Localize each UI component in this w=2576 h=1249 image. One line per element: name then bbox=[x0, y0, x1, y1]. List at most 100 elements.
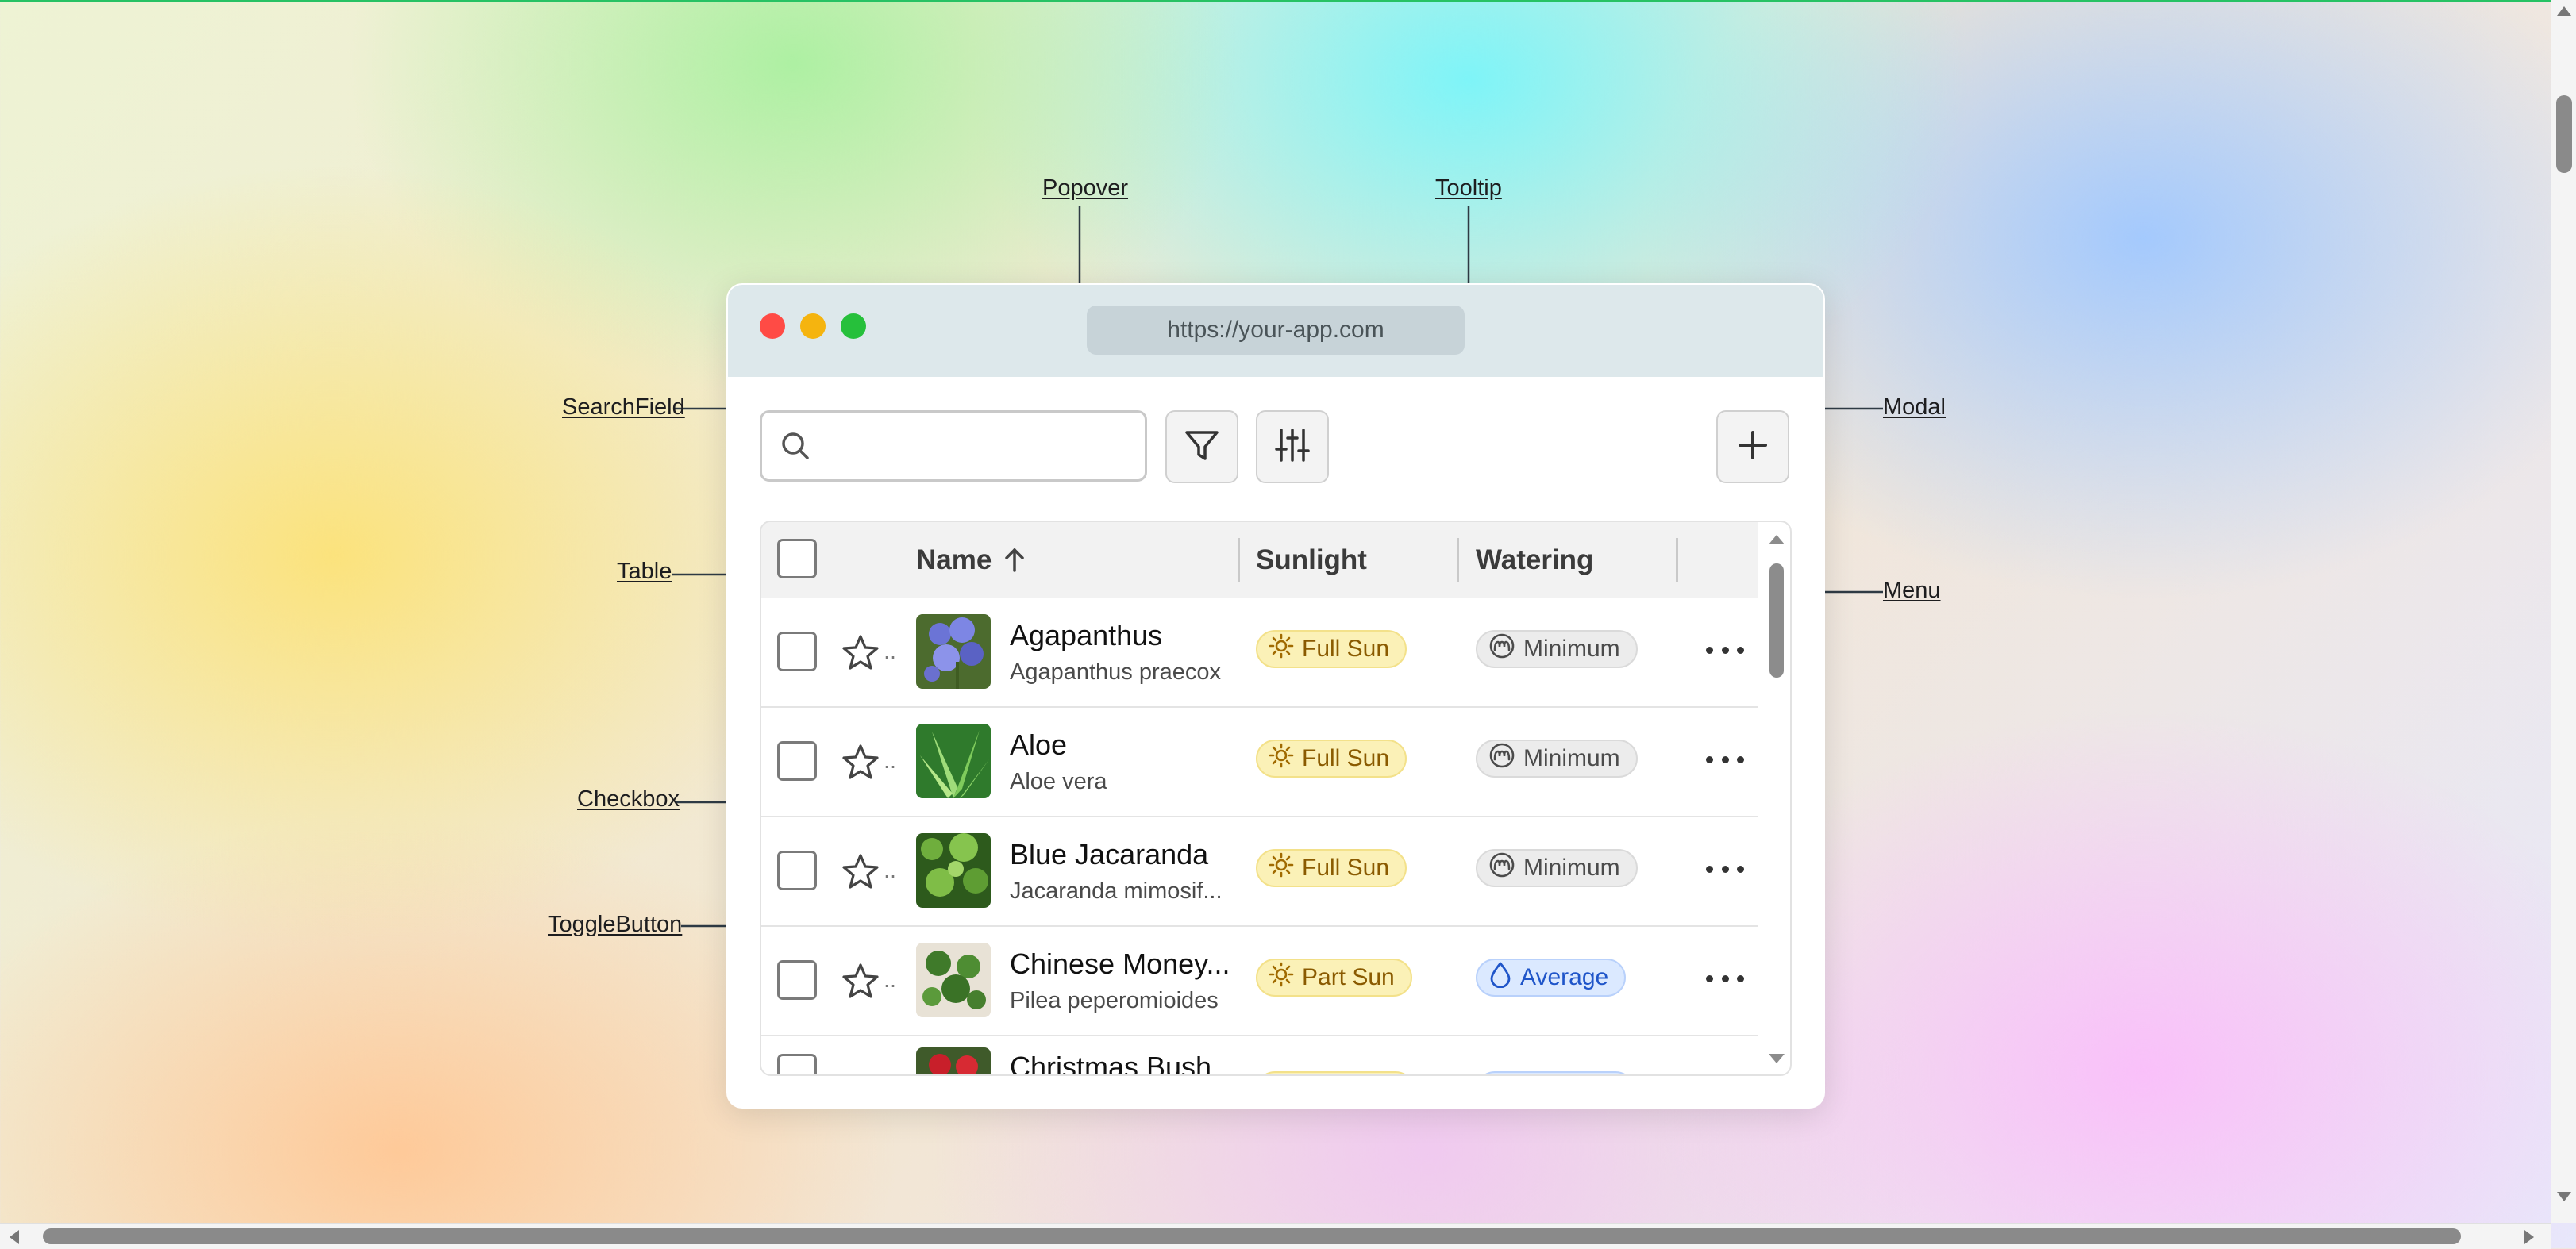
select-all-checkbox[interactable] bbox=[777, 539, 817, 578]
callout-popover[interactable]: Popover bbox=[1042, 177, 1128, 200]
sort-ascending-icon bbox=[1003, 547, 1026, 574]
table-row[interactable]: ‥ Blue Jacaranda Jacaranda mimosif... Fu… bbox=[761, 817, 1758, 927]
sunlight-badge: Full Sun bbox=[1256, 849, 1407, 887]
more-icon bbox=[1706, 755, 1713, 763]
page-scroll-down-icon[interactable] bbox=[2556, 1190, 2572, 1203]
plant-scientific-name: Jacaranda mimosif... bbox=[1010, 878, 1223, 904]
sunlight-badge-label: Full Sun bbox=[1302, 636, 1390, 662]
watering-badge-label: Minimum bbox=[1523, 636, 1620, 662]
row-actions-button[interactable] bbox=[1706, 747, 1744, 771]
column-header-watering[interactable]: Watering bbox=[1476, 522, 1593, 598]
sunlight-badge: Full Sun bbox=[1256, 740, 1407, 778]
sun-icon bbox=[1269, 962, 1302, 993]
watering-badge bbox=[1476, 1071, 1635, 1074]
row-actions-button[interactable] bbox=[1706, 857, 1744, 881]
callout-tooltip[interactable]: Tooltip bbox=[1435, 177, 1502, 200]
column-header-name[interactable]: Name bbox=[916, 522, 1026, 598]
page-scroll-right-icon[interactable] bbox=[2523, 1229, 2536, 1245]
table-row[interactable]: ‥ Chinese Money... Pilea peperomioides P… bbox=[761, 927, 1758, 1036]
zoom-window-button[interactable] bbox=[841, 313, 866, 339]
row-checkbox[interactable] bbox=[777, 741, 817, 781]
scroll-down-arrow-icon[interactable] bbox=[1768, 1052, 1785, 1065]
sun-icon bbox=[1269, 743, 1302, 774]
table-scrollbar[interactable] bbox=[1763, 522, 1790, 1074]
callout-checkbox[interactable]: Checkbox bbox=[577, 788, 680, 811]
column-resizer[interactable] bbox=[1238, 538, 1240, 582]
table-row[interactable]: Christmas Bush bbox=[761, 1036, 1758, 1076]
callout-modal[interactable]: Modal bbox=[1883, 396, 1946, 419]
page-scroll-left-icon[interactable] bbox=[8, 1229, 21, 1245]
droplet-icon bbox=[1488, 961, 1520, 994]
plant-name: Aloe bbox=[1010, 728, 1068, 761]
more-icon bbox=[1706, 974, 1713, 982]
star-icon[interactable] bbox=[841, 962, 880, 1005]
truncation-ellipsis: ‥ bbox=[884, 751, 897, 773]
row-actions-button[interactable] bbox=[1706, 967, 1744, 990]
truncation-ellipsis: ‥ bbox=[884, 861, 897, 882]
filter-icon bbox=[1182, 425, 1222, 469]
plant-scientific-name: Aloe vera bbox=[1010, 769, 1107, 794]
table-row[interactable]: ‥ Agapanthus Agapanthus praecox Full Sun… bbox=[761, 598, 1758, 708]
plant-thumbnail bbox=[916, 614, 991, 689]
column-resizer[interactable] bbox=[1457, 538, 1459, 582]
filter-button[interactable] bbox=[1165, 410, 1238, 483]
watering-badge: Minimum bbox=[1476, 849, 1638, 887]
minimize-window-button[interactable] bbox=[800, 313, 826, 339]
watering-badge: Minimum bbox=[1476, 630, 1638, 668]
page-vertical-scrollbar[interactable] bbox=[2551, 0, 2576, 1223]
view-options-button[interactable] bbox=[1256, 410, 1329, 483]
row-actions-button[interactable] bbox=[1706, 638, 1744, 662]
sunlight-badge: Full Sun bbox=[1256, 630, 1407, 668]
scroll-up-arrow-icon[interactable] bbox=[1768, 533, 1785, 546]
window-top-border bbox=[0, 0, 2576, 2]
page-scroll-up-icon[interactable] bbox=[2556, 5, 2572, 17]
sunlight-badge-label: Full Sun bbox=[1302, 855, 1390, 881]
plant-name: Blue Jacaranda bbox=[1010, 838, 1209, 870]
url-bar[interactable]: https://your-app.com bbox=[1087, 306, 1465, 355]
watering-badge-label: Minimum bbox=[1523, 745, 1620, 771]
page-vertical-scrollbar-thumb[interactable] bbox=[2556, 95, 2572, 173]
row-checkbox[interactable] bbox=[777, 1054, 817, 1074]
table-row[interactable]: ‥ Aloe Aloe vera Full Sun Minimum bbox=[761, 708, 1758, 817]
plant-scientific-name: Agapanthus praecox bbox=[1010, 659, 1222, 685]
water-min-icon bbox=[1488, 742, 1523, 775]
plant-thumbnail bbox=[916, 943, 991, 1017]
add-plant-button[interactable] bbox=[1716, 410, 1789, 483]
callout-table[interactable]: Table bbox=[617, 560, 672, 583]
sun-icon bbox=[1269, 633, 1302, 665]
plant-name: Christmas Bush bbox=[1010, 1051, 1212, 1076]
truncation-ellipsis: ‥ bbox=[884, 970, 897, 992]
star-icon[interactable] bbox=[841, 743, 880, 786]
search-input[interactable] bbox=[760, 410, 1147, 482]
column-resizer[interactable] bbox=[1676, 538, 1678, 582]
callout-togglebutton[interactable]: ToggleButton bbox=[548, 913, 682, 936]
page-horizontal-scrollbar-thumb[interactable] bbox=[43, 1228, 2461, 1244]
sunlight-badge bbox=[1256, 1071, 1415, 1074]
plant-scientific-name: Pilea peperomioides bbox=[1010, 988, 1219, 1013]
column-header-name-label: Name bbox=[916, 544, 992, 575]
more-icon bbox=[1706, 865, 1713, 873]
plant-thumbnail bbox=[916, 833, 991, 908]
title-bar: https://your-app.com bbox=[728, 285, 1823, 377]
plants-table: Name Sunlight Watering ‥ Agapanthus Agap… bbox=[760, 521, 1792, 1076]
water-min-icon bbox=[1488, 632, 1523, 666]
table-scrollbar-thumb[interactable] bbox=[1769, 563, 1784, 678]
row-checkbox[interactable] bbox=[777, 960, 817, 1000]
star-icon[interactable] bbox=[841, 633, 880, 677]
watering-badge-label: Minimum bbox=[1523, 855, 1620, 881]
row-checkbox[interactable] bbox=[777, 851, 817, 890]
column-header-sunlight[interactable]: Sunlight bbox=[1256, 522, 1367, 598]
callout-searchfield[interactable]: SearchField bbox=[562, 396, 685, 419]
watering-badge-label: Average bbox=[1520, 964, 1609, 990]
row-checkbox[interactable] bbox=[777, 632, 817, 671]
plant-name: Chinese Money... bbox=[1010, 947, 1230, 980]
sunlight-badge-label: Full Sun bbox=[1302, 745, 1390, 771]
star-icon[interactable] bbox=[841, 852, 880, 896]
page-horizontal-scrollbar[interactable] bbox=[0, 1223, 2551, 1249]
sun-icon bbox=[1269, 852, 1302, 884]
close-window-button[interactable] bbox=[760, 313, 785, 339]
sliders-icon bbox=[1273, 425, 1312, 469]
app-window: https://your-app.com Name Sunlight Water… bbox=[726, 283, 1825, 1109]
callout-menu[interactable]: Menu bbox=[1883, 579, 1941, 602]
search-icon bbox=[780, 430, 811, 466]
